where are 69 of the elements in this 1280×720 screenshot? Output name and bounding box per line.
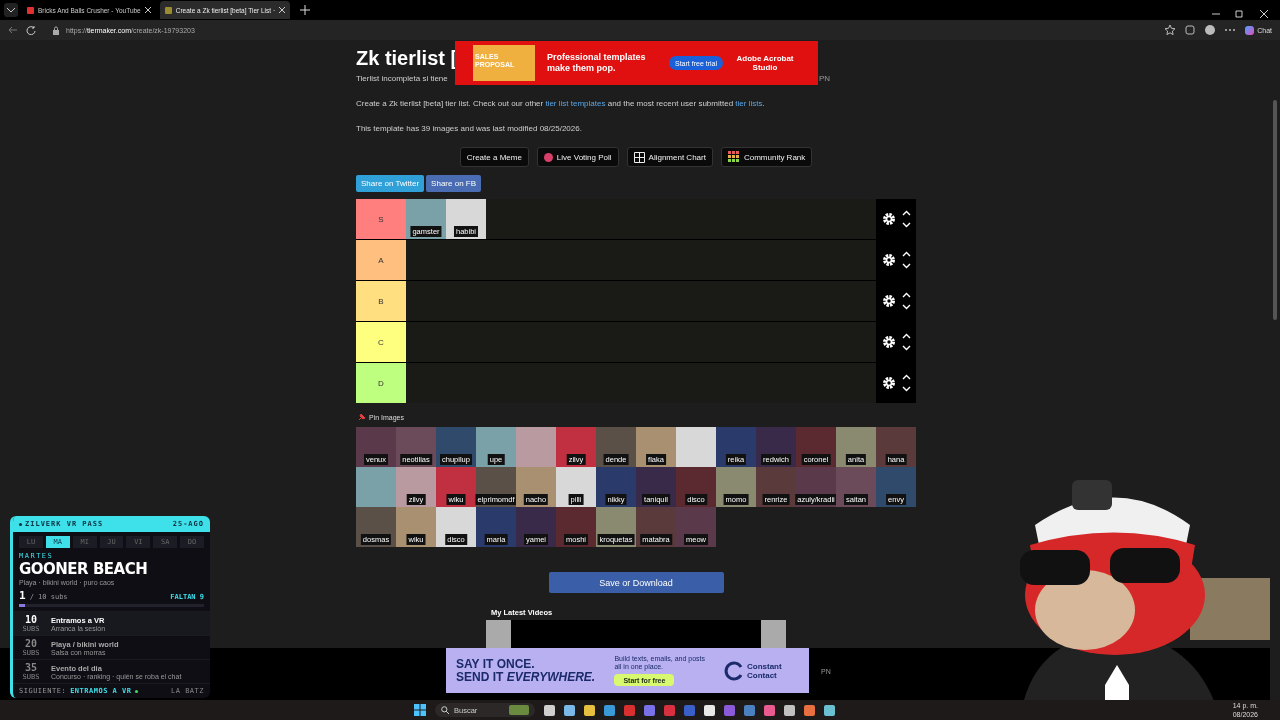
settings-icon[interactable] [881,253,896,267]
new-tab-icon[interactable] [300,5,311,15]
share-button[interactable]: Share on FB [426,175,482,192]
taskbar-app-icon[interactable] [544,704,555,716]
more-icon[interactable] [1225,28,1236,32]
tier-label: D [356,363,406,403]
search-icon [441,706,449,714]
tier-label: B [356,281,406,321]
settings-icon[interactable] [881,335,896,349]
move-up-icon[interactable] [901,333,911,339]
profile-avatar[interactable] [1205,25,1216,35]
move-down-icon[interactable] [901,304,911,310]
save-button[interactable]: Save or Download [548,572,724,593]
pin-icon [358,413,366,421]
reload-icon[interactable] [26,25,36,35]
move-up-icon[interactable] [901,292,911,298]
intro-text: Create a Zk tierlist [beta] tier list. Check out our other tier list templates and the most recent user submitted tier lists. [356,99,766,109]
taskbar-app-icon[interactable] [784,704,795,716]
sub-count: 1 [19,589,26,602]
taskbar-app-icon[interactable] [604,704,615,716]
move-up-icon[interactable] [901,374,911,380]
milestone-count: 10 [24,614,37,625]
milestone-count: 20 [24,638,37,649]
move-down-icon[interactable] [901,222,911,228]
back-icon[interactable] [8,25,18,35]
close-icon[interactable] [144,7,151,13]
template-info-text: This template has 39 images and was last modified 08/25/2026. [356,124,583,134]
brand-logo-icon [724,660,744,681]
side-text: PN [818,74,830,84]
move-down-icon[interactable] [901,345,911,351]
move-down-icon[interactable] [901,263,911,269]
dot-icon [19,522,22,526]
move-down-icon[interactable] [901,386,911,392]
taskbar-app-icon[interactable] [584,704,595,716]
tab-menu-icon[interactable] [4,3,18,17]
tier-label: S [356,199,406,239]
ad-brand: Adobe Acrobat Studio [735,54,795,72]
close-icon[interactable] [279,7,286,13]
tier-label: C [356,322,406,362]
taskbar-app-icon[interactable] [824,704,835,716]
settings-icon[interactable] [881,294,896,308]
ad-brand: Constant Contact [747,661,783,680]
ad-headline: SAY IT ONCE. [456,657,536,671]
move-up-icon[interactable] [901,210,911,216]
description-text: Tierlist incompleta si tiene [356,74,448,84]
ad-headline: Professional templates make them pop. [547,52,647,74]
lock-icon [52,25,60,35]
dot-icon [543,152,553,162]
tool-button[interactable]: Community Rank [720,147,813,167]
text-link[interactable]: tier list templates [545,99,606,108]
status-dot-icon [135,689,139,693]
grid-icon [633,151,645,163]
taskbar-app-icon[interactable] [564,704,575,716]
tier-label: A [356,240,406,280]
settings-icon[interactable] [881,212,896,226]
event-title: GOONER BEACH [19,560,149,578]
tool-button[interactable]: Live Voting Poll [536,147,619,167]
video-placeholder[interactable] [486,620,786,650]
ad-headline: SEND IT EVERYWHERE. [456,670,597,684]
mosaic-icon [727,151,740,163]
tool-button[interactable]: Alignment Chart [626,147,713,167]
taskbar-app-icon[interactable] [704,704,715,716]
settings-icon[interactable] [881,376,896,390]
start-icon[interactable] [414,704,426,716]
move-up-icon[interactable] [901,251,911,257]
favorites-icon[interactable] [1165,25,1176,35]
taskbar-app-icon[interactable] [804,704,815,716]
milestone-count: 35 [24,662,37,673]
tool-button[interactable]: Create a Meme [459,147,529,167]
